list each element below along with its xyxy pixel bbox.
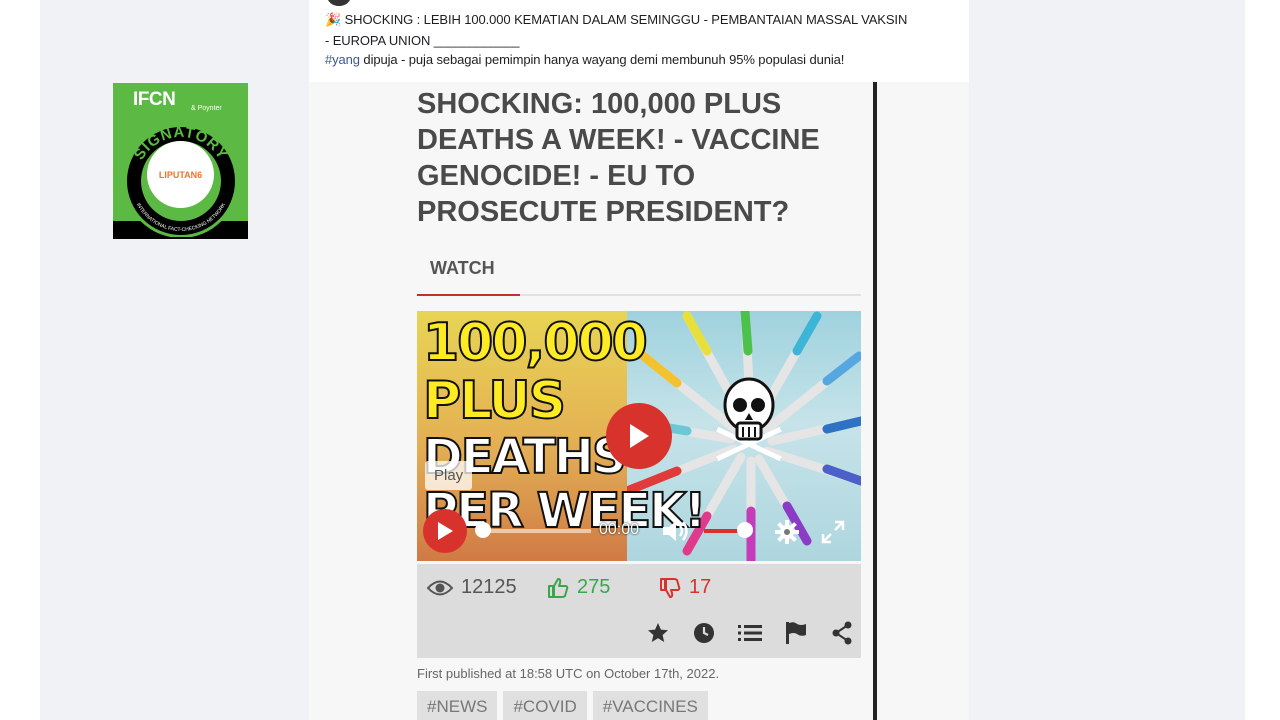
views-value: 12125 — [461, 576, 517, 598]
seek-bar[interactable] — [481, 529, 591, 533]
eye-icon — [427, 580, 453, 595]
thumbs-up-icon — [548, 577, 569, 598]
hashtag-link[interactable]: #yang — [325, 52, 360, 67]
avatar[interactable] — [327, 0, 351, 6]
embedded-article: SHOCKING: 100,000 PLUS DEATHS A WEEK! - … — [309, 82, 875, 720]
tag-vaccines[interactable]: #VACCINES — [592, 691, 708, 720]
clock-icon — [694, 623, 714, 643]
liputan6-logo: LIPUTAN6 — [158, 169, 203, 180]
flag-icon — [786, 622, 806, 644]
likes-value: 275 — [577, 576, 611, 598]
fullscreen-icon[interactable] — [821, 520, 845, 544]
embed-border — [873, 82, 877, 720]
thumbs-down-icon — [660, 577, 681, 598]
seek-handle[interactable] — [475, 522, 491, 538]
tab-watch[interactable]: WATCH — [430, 258, 495, 279]
report-button[interactable] — [783, 620, 809, 646]
control-play-button[interactable] — [423, 509, 467, 553]
play-tooltip: Play — [425, 461, 473, 490]
thumbnail-text-line-2: PLUS — [422, 370, 567, 432]
dislikes-value: 17 — [689, 576, 712, 598]
settings-gear-icon[interactable] — [775, 520, 799, 544]
volume-handle[interactable] — [737, 522, 753, 538]
tag-list: #NEWS #COVID #VACCINES — [417, 691, 708, 720]
time-display: 00:00 — [599, 521, 640, 538]
play-icon — [438, 522, 453, 540]
thumbnail-text-line-1: 100,000 — [422, 312, 649, 374]
ifcn-subtitle: & Poynter — [191, 105, 222, 112]
video-player[interactable]: 100,000 PLUS DEATHS PER WEEK! Play 00:00 — [417, 311, 861, 561]
star-icon — [648, 623, 668, 642]
party-emoji-icon: 🎉 — [325, 12, 342, 27]
like-button[interactable]: 275 — [547, 576, 610, 599]
article-headline[interactable]: SHOCKING: 100,000 PLUS DEATHS A WEEK! - … — [417, 86, 857, 230]
dislike-button[interactable]: 17 — [659, 576, 711, 599]
list-icon — [738, 625, 762, 641]
post-line-3: #yang dipuja - puja sebagai pemimpin han… — [325, 52, 844, 67]
post-text-line-2: - EUROPA UNION ____________ — [325, 33, 520, 48]
tag-covid[interactable]: #COVID — [503, 691, 587, 720]
play-icon — [630, 424, 649, 448]
ifcn-logo-text: IFCN — [133, 89, 176, 110]
watch-later-button[interactable] — [691, 620, 717, 646]
play-button-large[interactable] — [606, 403, 672, 469]
post-card: 🎉 SHOCKING : LEBIH 100.000 KEMATIAN DALA… — [309, 0, 969, 83]
tab-active-indicator — [417, 294, 520, 296]
post-line-1: 🎉 SHOCKING : LEBIH 100.000 KEMATIAN DALA… — [325, 12, 907, 28]
skull-crossbones-icon — [715, 377, 783, 462]
tag-news[interactable]: #NEWS — [417, 691, 498, 720]
share-icon — [832, 621, 852, 645]
volume-icon[interactable] — [661, 518, 691, 544]
favorite-button[interactable] — [645, 620, 671, 646]
post-text-line-3: dipuja - puja sebagai pemimpin hanya way… — [359, 52, 845, 67]
published-date: First published at 18:58 UTC on October … — [417, 666, 720, 681]
post-text-line-1: SHOCKING : LEBIH 100.000 KEMATIAN DALAM … — [344, 12, 908, 27]
badge-center-logo: LIPUTAN6 — [147, 141, 214, 208]
video-stats-bar: 12125 275 17 — [417, 564, 861, 658]
playlist-button[interactable] — [737, 620, 763, 646]
view-count: 12125 — [427, 576, 517, 599]
share-button[interactable] — [829, 620, 855, 646]
embed-right-area — [877, 82, 969, 720]
ifcn-signatory-badge: IFCN & Poynter SIGNATORY INTERNATIONAL F… — [113, 83, 248, 239]
